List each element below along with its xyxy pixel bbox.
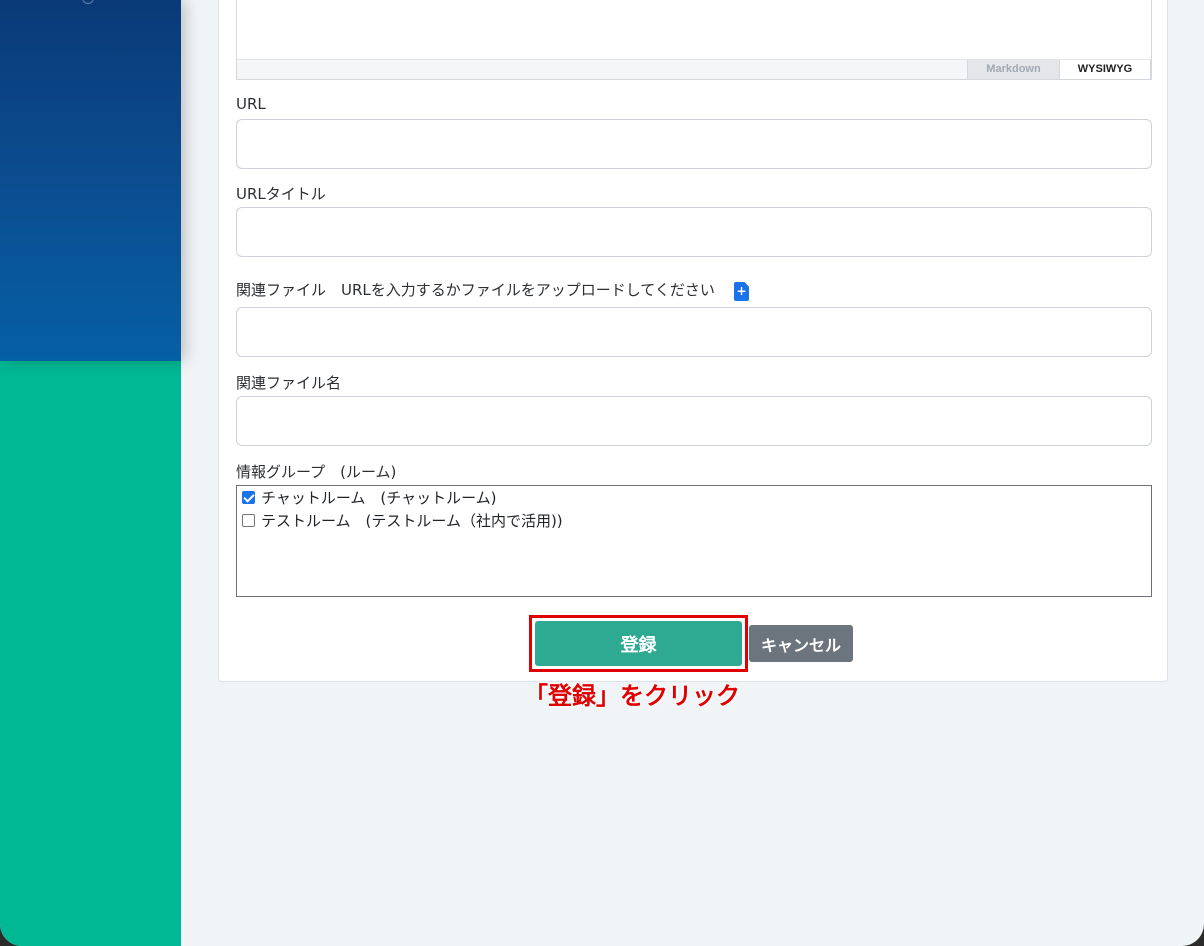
group-item-chat-room[interactable]: チャットルーム (チャットルーム) bbox=[242, 487, 497, 507]
related-file-name-label: 関連ファイル名 bbox=[236, 374, 342, 392]
group-item-test-room[interactable]: テストルーム (テストルーム（社内で活用)) bbox=[242, 510, 563, 530]
info-group-label: 情報グループ (ルーム) bbox=[236, 463, 397, 481]
sidebar-logo-icon bbox=[82, 0, 94, 4]
sidebar-header-panel bbox=[0, 0, 181, 361]
click-instruction-annotation: 「登録」をクリック bbox=[524, 682, 740, 710]
related-file-name-input[interactable] bbox=[236, 396, 1152, 446]
group-checkbox-unchecked[interactable] bbox=[242, 513, 255, 527]
url-title-input[interactable] bbox=[236, 207, 1152, 257]
group-item-label: チャットルーム (チャットルーム) bbox=[261, 488, 497, 507]
url-input[interactable] bbox=[236, 119, 1152, 169]
related-file-input[interactable] bbox=[236, 307, 1152, 357]
editor-mode-wysiwyg-tab[interactable]: WYSIWYG bbox=[1059, 60, 1151, 79]
group-item-label: テストルーム (テストルーム（社内で活用)) bbox=[261, 511, 563, 530]
file-plus-icon[interactable] bbox=[734, 282, 749, 301]
info-group-list: チャットルーム (チャットルーム) テストルーム (テストルーム（社内で活用)) bbox=[236, 485, 1152, 597]
url-title-label: URLタイトル bbox=[236, 185, 326, 203]
submit-button[interactable]: 登録 bbox=[535, 621, 742, 666]
cancel-button[interactable]: キャンセル bbox=[749, 625, 853, 662]
rich-text-editor[interactable]: Markdown WYSIWYG bbox=[236, 0, 1152, 80]
post-form-card: Markdown WYSIWYG URL URLタイトル 関連ファイル URLを… bbox=[218, 0, 1168, 682]
sidebar bbox=[0, 0, 181, 946]
group-checkbox-checked[interactable] bbox=[242, 490, 255, 504]
related-file-label: 関連ファイル URLを入力するかファイルをアップロードしてください bbox=[236, 281, 715, 299]
editor-mode-bar: Markdown WYSIWYG bbox=[237, 59, 1151, 79]
editor-mode-markdown-tab[interactable]: Markdown bbox=[967, 60, 1059, 79]
app-window: Markdown WYSIWYG URL URLタイトル 関連ファイル URLを… bbox=[0, 0, 1204, 946]
url-label: URL bbox=[236, 95, 266, 113]
